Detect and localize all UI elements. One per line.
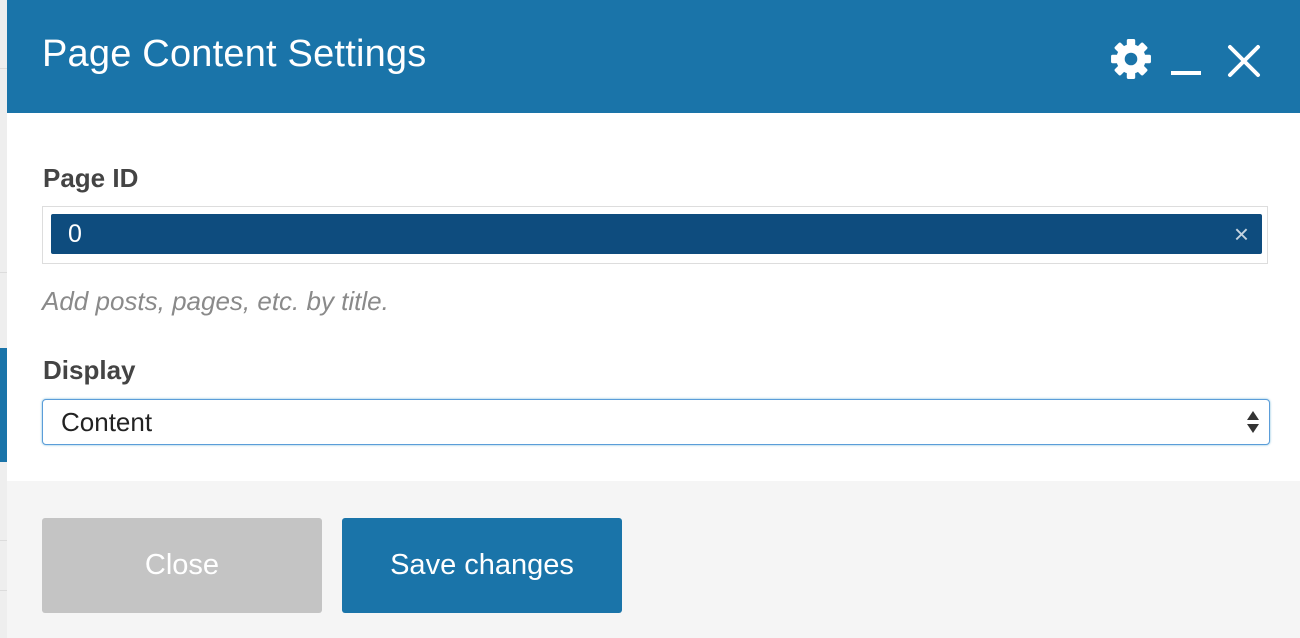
minimize-icon[interactable] [1170, 50, 1202, 82]
select-arrows-icon [1247, 411, 1259, 433]
display-select-value: Content [61, 407, 153, 437]
settings-modal: Page Content Settings Page ID 0 × Add po… [7, 0, 1300, 638]
display-label: Display [43, 355, 136, 385]
modal-header: Page Content Settings [7, 0, 1300, 113]
save-changes-button[interactable]: Save changes [342, 518, 622, 613]
page-id-help: Add posts, pages, etc. by title. [42, 286, 389, 316]
gear-icon[interactable] [1110, 38, 1152, 80]
modal-footer: Close Save changes [7, 481, 1300, 638]
page-id-tag: 0 × [51, 214, 1262, 254]
page-id-tag-value: 0 [68, 220, 82, 248]
modal-body: Page ID 0 × Add posts, pages, etc. by ti… [7, 113, 1300, 481]
page-id-label: Page ID [43, 163, 139, 193]
modal-title: Page Content Settings [42, 33, 427, 75]
backdrop-line [0, 540, 7, 541]
backdrop-line [0, 590, 7, 591]
page-id-field[interactable]: 0 × [42, 206, 1268, 264]
backdrop-line [0, 272, 7, 273]
remove-tag-icon[interactable]: × [1234, 219, 1249, 249]
backdrop-edge [0, 0, 7, 638]
close-button[interactable]: Close [42, 518, 322, 613]
close-icon[interactable] [1227, 44, 1261, 78]
display-select[interactable]: Content [42, 399, 1270, 445]
backdrop-line [0, 68, 7, 69]
backdrop-accent [0, 348, 7, 462]
